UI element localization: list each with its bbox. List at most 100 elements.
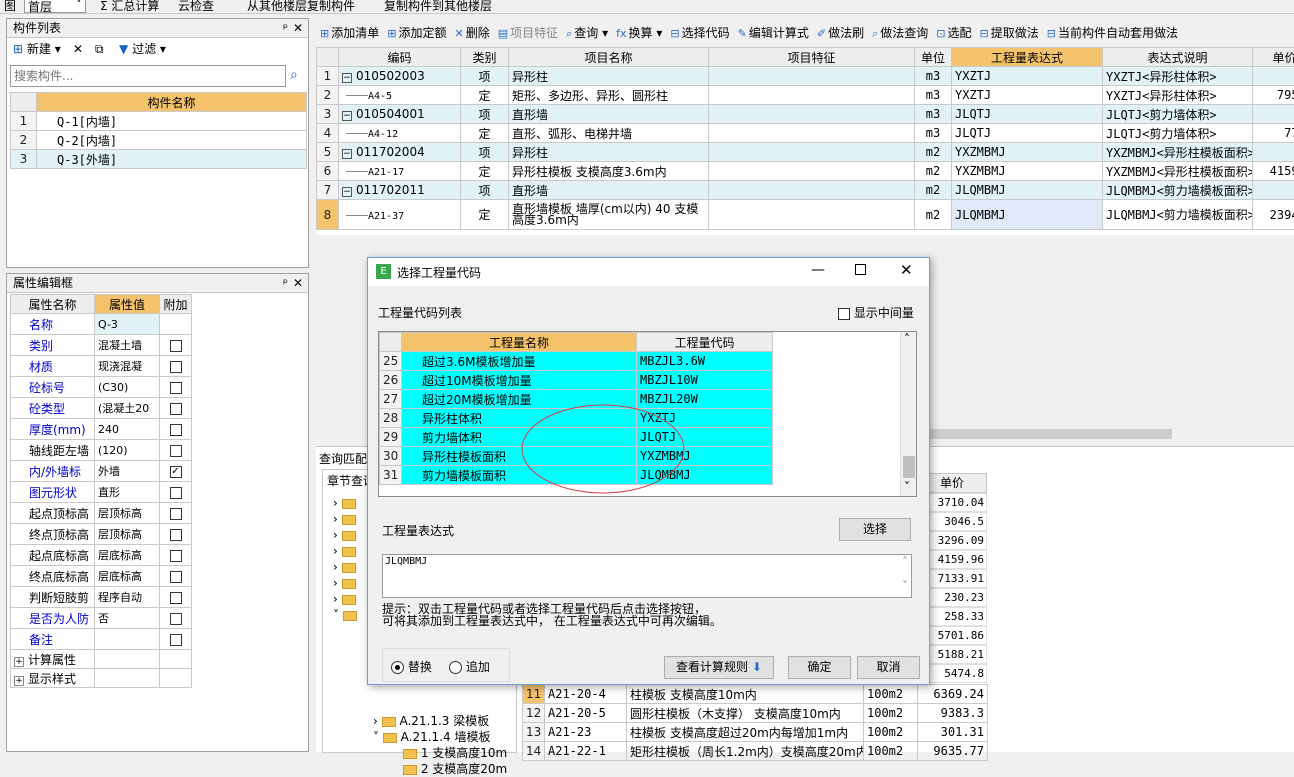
component-row[interactable]: 1Q-1[内墙]	[11, 112, 307, 131]
component-row[interactable]: 2Q-2[内墙]	[11, 131, 307, 150]
search-icon[interactable]: ⌕	[290, 67, 298, 83]
field-scroll-up-icon[interactable]: ˄	[902, 555, 908, 569]
ok-button[interactable]: 确定	[788, 656, 851, 679]
auto-apply-button[interactable]: ⊟当前构件自动套用做法	[1047, 22, 1178, 44]
scroll-up-icon[interactable]: ˄	[904, 332, 910, 346]
extra-checkbox[interactable]	[170, 361, 182, 373]
field-scroll-down-icon[interactable]: ˅	[902, 579, 908, 593]
attribute-value[interactable]: (120)	[95, 440, 160, 461]
minimize-icon[interactable]: —	[811, 262, 825, 278]
table-row[interactable]: 6A21-17定异形柱模板 支模高度3.6m内m2YXZMBMJYXZMBMJ<…	[317, 162, 1294, 181]
pin-icon[interactable]: ᵖ	[283, 274, 288, 292]
attribute-value[interactable]: 现浇混凝	[95, 356, 160, 377]
collapse-icon[interactable]: −	[342, 187, 352, 197]
tree-item-height-20[interactable]: 2 支模高度20m	[403, 760, 513, 777]
extra-checkbox[interactable]	[170, 340, 182, 352]
table-row[interactable]: 3−010504001项直形墙m3JLQTJJLQTJ<剪力墙体积>	[317, 105, 1294, 124]
table-row[interactable]: 4A4-12定直形、弧形、电梯井墙m3JLQTJJLQTJ<剪力墙体积>774.	[317, 124, 1294, 143]
tree-folder[interactable]: ›	[333, 560, 356, 574]
table-row[interactable]: 13A21-23柱模板 支模高度超过20m内每增加1m内100m2301.31	[523, 723, 988, 742]
search-input[interactable]	[10, 65, 286, 87]
scroll-down-icon[interactable]: ˅	[904, 480, 910, 494]
attribute-value[interactable]: 层底标高	[95, 545, 160, 566]
copy-icon[interactable]: ⧉	[95, 39, 104, 59]
view-rules-button[interactable]: 查看计算规则 ⬇	[664, 656, 774, 679]
code-list-scrollbar[interactable]: ˄ ˅	[900, 332, 916, 496]
attribute-value[interactable]: 程序自动	[95, 587, 160, 608]
collapse-icon[interactable]: −	[342, 73, 352, 83]
extra-checkbox[interactable]	[170, 592, 182, 604]
collapse-icon[interactable]: −	[342, 111, 352, 121]
cancel-button[interactable]: 取消	[857, 656, 920, 679]
attribute-group-row[interactable]: +显示样式	[11, 669, 192, 688]
extra-checkbox[interactable]	[170, 403, 182, 415]
table-row[interactable]: 5−011702004项异形柱m2YXZMBMJYXZMBMJ<异形柱模板面积>	[317, 143, 1294, 162]
table-row[interactable]: 14A21-22-1矩形柱模板（周长1.2m内）支模高度20m内100m2963…	[523, 742, 988, 761]
extra-checkbox[interactable]	[170, 445, 182, 457]
tree-folder[interactable]: ›	[333, 544, 356, 558]
table-row[interactable]: 12A21-20-5圆形柱模板（木支撑） 支模高度10m内100m29383.3	[523, 704, 988, 723]
table-row[interactable]: 2A4-5定矩形、多边形、异形、圆形柱m3YXZTJYXZTJ<异形柱体积>79…	[317, 86, 1294, 105]
scroll-thumb[interactable]	[903, 456, 915, 478]
copy-from-floor-button[interactable]: 从其他楼层复制构件	[247, 0, 355, 14]
attribute-value[interactable]: Q-3	[95, 314, 160, 335]
extra-checkbox[interactable]: ✓	[170, 466, 182, 478]
method-brush-button[interactable]: ✐做法刷	[817, 22, 864, 44]
collapse-icon[interactable]: −	[342, 149, 352, 159]
expand-icon[interactable]: +	[14, 676, 24, 686]
extra-checkbox[interactable]	[170, 634, 182, 646]
convert-button[interactable]: fx换算 ▾	[616, 22, 662, 44]
table-row[interactable]: 1−010502003项异形柱m3YXZTJYXZTJ<异形柱体积>	[317, 67, 1294, 86]
attribute-value[interactable]: 混凝土墙	[95, 335, 160, 356]
tree-folder[interactable]: ›	[333, 592, 356, 606]
expression-field[interactable]: JLQMBMJ ˄ ˅	[382, 554, 912, 598]
maximize-icon[interactable]	[855, 264, 866, 275]
attribute-value[interactable]: 层顶标高	[95, 503, 160, 524]
edit-formula-button[interactable]: ✎编辑计算式	[738, 22, 809, 44]
method-query-button[interactable]: ⌕做法查询	[872, 22, 928, 44]
extra-checkbox[interactable]	[170, 529, 182, 541]
expand-icon[interactable]: +	[14, 657, 24, 667]
new-button[interactable]: ⊞ 新建 ▾	[13, 39, 61, 59]
attribute-value[interactable]: 层顶标高	[95, 524, 160, 545]
select-code-button[interactable]: ⊟选择代码	[670, 22, 729, 44]
tree-folder[interactable]: ›	[333, 576, 356, 590]
tab-query-match[interactable]: 查询匹配	[319, 450, 367, 467]
tree-folder[interactable]: ›	[333, 512, 356, 526]
code-row[interactable]: 25超过3.6M模板增加量MBZJL3.6W	[380, 352, 773, 371]
select-button[interactable]: 选择	[839, 518, 911, 541]
attribute-value[interactable]	[95, 629, 160, 650]
close-icon[interactable]: ✕	[293, 19, 303, 37]
extract-method-button[interactable]: ⊟提取做法	[980, 22, 1039, 44]
tree-item-wall-formwork[interactable]: ˅ A.21.1.4 墙模板	[373, 728, 490, 745]
add-quota-button[interactable]: ⊞添加定额	[387, 22, 446, 44]
attribute-value[interactable]: 否	[95, 608, 160, 629]
table-row[interactable]: 11A21-20-4柱模板 支模高度10m内100m26369.24	[523, 685, 988, 704]
tree-item-beam-formwork[interactable]: › A.21.1.3 梁模板	[373, 712, 489, 729]
tree-folder[interactable]: ›	[333, 528, 356, 542]
extra-checkbox[interactable]	[170, 424, 182, 436]
extra-checkbox[interactable]	[170, 550, 182, 562]
copy-to-floor-button[interactable]: 复制构件到其他楼层	[384, 0, 492, 14]
pin-icon[interactable]: ᵖ	[283, 19, 288, 37]
view-menu[interactable]: 图	[4, 0, 16, 14]
code-row[interactable]: 26超过10M模板增加量MBZJL10W	[380, 371, 773, 390]
tree-folder[interactable]: ›	[333, 496, 356, 510]
match-button[interactable]: ⊡选配	[936, 22, 971, 44]
table-row[interactable]: 8A21-37定直形墙模板 墙厚(cm以内) 40 支模高度3.6m内m2JLQ…	[317, 200, 1294, 230]
delete-button[interactable]: ✕删除	[454, 22, 489, 44]
extra-checkbox[interactable]	[170, 382, 182, 394]
component-row[interactable]: 3Q-3[外墙]	[11, 150, 307, 169]
tree-folder[interactable]: ˅	[333, 608, 357, 622]
query-button[interactable]: ⌕查询 ▾	[566, 22, 608, 44]
append-radio[interactable]: 追加	[449, 658, 490, 675]
add-bill-button[interactable]: ⊞添加清单	[320, 22, 379, 44]
attribute-group-row[interactable]: +计算属性	[11, 650, 192, 669]
tree-item-height-10[interactable]: 1 支模高度10m	[403, 744, 513, 761]
attribute-value[interactable]: (C30)	[95, 377, 160, 398]
extra-checkbox[interactable]	[170, 508, 182, 520]
attribute-value[interactable]: 直形	[95, 482, 160, 503]
floor-select[interactable]: 首层˅	[24, 0, 86, 13]
cloud-check-button[interactable]: 云检查	[178, 0, 214, 14]
attribute-value[interactable]: 240	[95, 419, 160, 440]
